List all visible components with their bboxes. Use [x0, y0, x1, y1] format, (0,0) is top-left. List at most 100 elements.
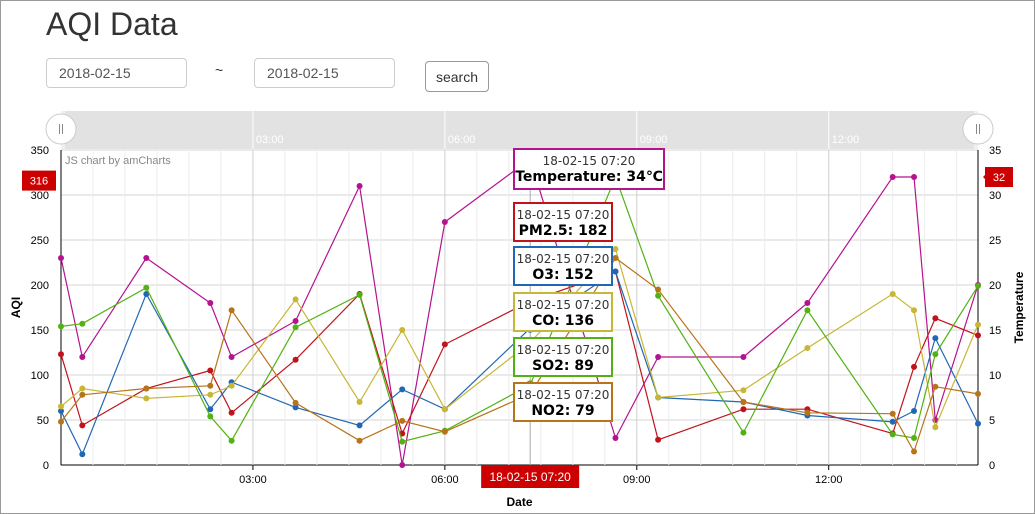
data-point	[911, 307, 918, 314]
data-point	[889, 431, 896, 438]
balloon-temperature: 18-02-15 07:20 Temperature: 34℃	[513, 148, 665, 190]
scrollbar-right-grip[interactable]	[962, 113, 994, 145]
data-point	[655, 394, 662, 401]
right-axis-title: Temperature	[1012, 271, 1026, 343]
data-point	[228, 307, 235, 314]
data-point	[207, 382, 214, 389]
data-point	[911, 448, 918, 455]
data-point	[804, 409, 811, 416]
data-point	[207, 391, 214, 398]
scrollbar-left-grip[interactable]	[45, 113, 77, 145]
data-point	[79, 451, 86, 458]
data-point	[740, 406, 747, 413]
data-point	[79, 385, 86, 392]
data-point	[79, 422, 86, 429]
data-point	[932, 315, 939, 322]
scrollbar-tick-label: 06:00	[448, 134, 476, 146]
data-point	[356, 422, 363, 429]
right-axis-tick-label: 0	[989, 460, 995, 472]
data-point	[975, 321, 981, 328]
data-point	[612, 255, 619, 261]
balloon-time: 18-02-15 07:20	[542, 154, 636, 168]
data-point	[740, 399, 747, 405]
data-point	[143, 395, 150, 402]
data-point	[655, 354, 662, 360]
data-point	[932, 424, 939, 431]
data-point	[655, 436, 662, 443]
x-axis-tick-label: 06:00	[431, 474, 459, 486]
data-point	[612, 435, 619, 441]
balloon-o3: 18-02-15 07:20 O3: 152	[513, 246, 613, 286]
data-point	[228, 382, 235, 389]
data-point	[207, 413, 214, 420]
data-point	[804, 300, 811, 306]
data-point	[441, 219, 448, 225]
data-point	[804, 307, 811, 314]
scrollbar-tick-label: 09:00	[640, 134, 668, 146]
data-point	[143, 385, 150, 392]
data-point	[975, 282, 981, 289]
balloon-value: O3: 152	[532, 267, 594, 283]
data-point	[228, 409, 235, 416]
data-point	[889, 291, 896, 297]
x-axis-tick-label: 12:00	[815, 474, 843, 486]
right-axis-tick-label: 5	[989, 415, 995, 427]
data-point	[292, 296, 299, 303]
data-point	[356, 399, 363, 405]
data-point	[399, 386, 406, 393]
data-point	[356, 183, 363, 189]
x-axis-tick-label: 03:00	[239, 474, 267, 486]
data-point	[932, 351, 939, 358]
data-point	[740, 387, 747, 394]
data-point	[975, 420, 981, 427]
data-point	[228, 354, 235, 360]
data-point	[292, 356, 299, 363]
data-point	[889, 174, 896, 180]
data-point	[441, 406, 448, 413]
balloon-pm25: 18-02-15 07:20 PM2.5: 182	[513, 202, 613, 242]
balloon-time: 18-02-15 07:20	[516, 388, 610, 402]
data-point	[207, 300, 214, 306]
balloon-time: 18-02-15 07:20	[516, 252, 610, 266]
balloon-so2: 18-02-15 07:20 SO2: 89	[513, 337, 613, 377]
left-axis-tick-label: 50	[37, 415, 49, 427]
cursor-right-value: 32	[993, 172, 1005, 184]
data-point	[143, 255, 150, 261]
left-axis-tick-label: 100	[31, 370, 49, 382]
data-point	[932, 383, 939, 390]
data-point	[441, 428, 448, 435]
data-point	[975, 390, 981, 397]
data-point	[292, 399, 299, 406]
data-point	[911, 174, 918, 180]
right-axis-tick-label: 10	[989, 370, 1001, 382]
balloon-no2: 18-02-15 07:20 NO2: 79	[513, 382, 613, 422]
data-point	[889, 410, 896, 417]
balloon-value: Temperature: 34℃	[515, 169, 663, 185]
left-axis-tick-label: 150	[31, 325, 49, 337]
data-point	[399, 327, 406, 333]
data-point	[655, 292, 662, 299]
right-axis-tick-label: 25	[989, 235, 1001, 247]
balloon-co: 18-02-15 07:20 CO: 136	[513, 292, 613, 332]
data-point	[356, 291, 363, 298]
data-point	[228, 437, 235, 444]
amcharts-credit: JS chart by amCharts	[65, 155, 171, 167]
left-axis-tick-label: 0	[43, 460, 49, 472]
data-point	[975, 332, 981, 339]
balloon-value: CO: 136	[532, 313, 594, 329]
data-point	[292, 318, 299, 324]
data-point	[612, 246, 619, 252]
right-axis-tick-label: 15	[989, 325, 1001, 337]
data-point	[399, 438, 406, 445]
data-point	[58, 351, 64, 358]
data-point	[399, 462, 406, 468]
data-point	[79, 391, 86, 398]
data-point	[612, 268, 619, 275]
left-axis-tick-label: 350	[31, 145, 49, 157]
left-axis-tick-label: 250	[31, 235, 49, 247]
data-point	[740, 429, 747, 436]
cursor-left-value: 316	[30, 176, 48, 188]
data-point	[58, 323, 64, 330]
data-point	[143, 284, 150, 291]
x-axis-tick-label: 09:00	[623, 474, 651, 486]
